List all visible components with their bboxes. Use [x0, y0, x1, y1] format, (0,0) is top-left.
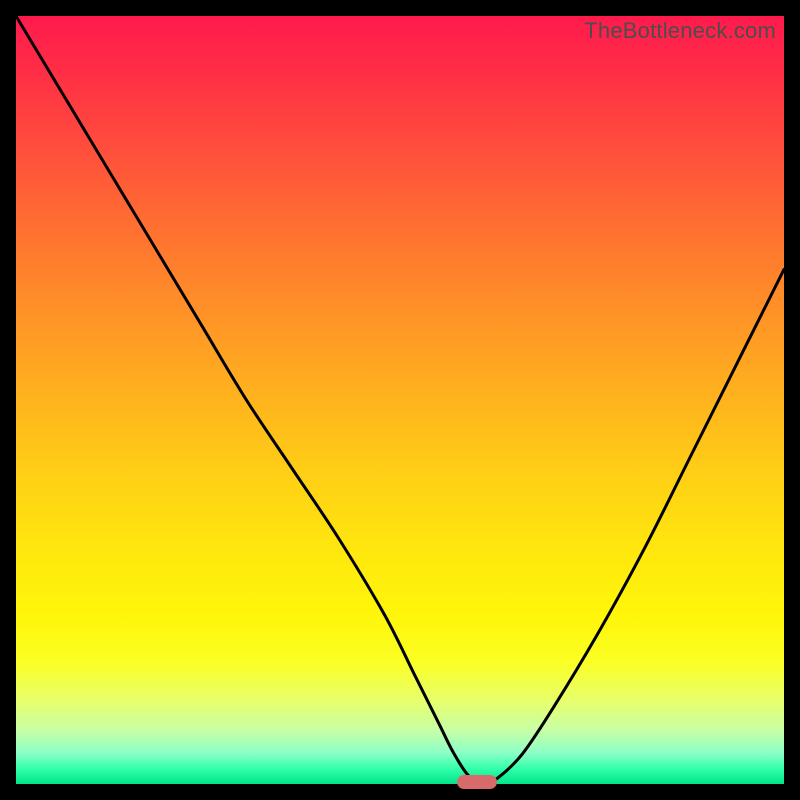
bottleneck-curve	[16, 16, 784, 784]
chart-frame: TheBottleneck.com	[0, 0, 800, 800]
plot-area: TheBottleneck.com	[16, 16, 784, 784]
optimal-marker	[457, 775, 497, 789]
